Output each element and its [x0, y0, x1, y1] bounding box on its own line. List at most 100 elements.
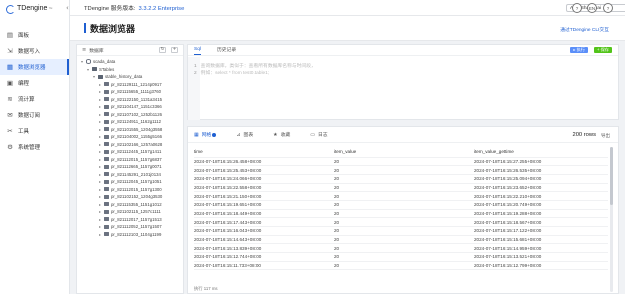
star-icon: ★: [273, 131, 278, 138]
tree-node-subtable[interactable]: ▸ pr_821104147_1151c3366: [77, 103, 183, 111]
sidebar-item-label: 面板: [18, 33, 30, 39]
sql-input[interactable]: 1 查询数据库，类似于：查看所有数据库名称与时间段， 2 例如：select * f…: [194, 63, 614, 77]
tree-node-stables[interactable]: ▾ STables: [77, 66, 183, 74]
table-row[interactable]: 2024-07-18T16:15:14.643+08:00 20 2024-07-1…: [194, 235, 608, 245]
tree-node-subtable[interactable]: ▸ pr_821107102_1252b1126: [77, 111, 183, 119]
column-header-time[interactable]: time: [194, 147, 334, 158]
tree-node-subtable[interactable]: ▸ pr_821124911_1162g1112: [77, 118, 183, 126]
database-tree-panel: ≡ 数据库 ↻ + ▾ scada_data ▾ STables ▾ stabl…: [76, 44, 184, 294]
table-cell: 2024-07-18T16:15:27.255+08:00: [474, 157, 608, 167]
editor-placeholder-2: 例如：select * from test0.table1;: [200, 71, 270, 76]
sidebar-item-system[interactable]: ⚙ 系统管理: [0, 139, 69, 155]
tree-node-subtable[interactable]: ▸ pr_821101555_1204g3558: [77, 126, 183, 134]
sidebar-item-data-in[interactable]: ⇲ 数据写入: [0, 43, 69, 59]
column-header-item-value[interactable]: item_value: [334, 147, 474, 158]
tree-node-subtable[interactable]: ▸ pr_821112445_1157g1411: [77, 148, 183, 156]
subtable-name: pr_821124911_1162g1112: [111, 119, 162, 125]
collapse-sidebar-icon[interactable]: ‹: [66, 4, 74, 12]
tree-node-subtable[interactable]: ▸ pr_821145291_2101j0134: [77, 171, 183, 179]
tree-node-subtable[interactable]: ▸ pr_821112052_1157g1507: [77, 223, 183, 231]
help-icon[interactable]: ?: [572, 3, 582, 13]
table-row[interactable]: 2024-07-18T16:15:17.443+08:00 20 2024-07-1…: [194, 217, 608, 227]
sidebar-item-tools[interactable]: ✂ 工具: [0, 123, 69, 139]
subtable-list: ▸ pr_821129111_1214p0917 ▸ pr_821115655_111…: [77, 81, 183, 239]
table-icon: [104, 127, 109, 132]
table-header-row: time item_value item_value_gettime: [194, 147, 608, 158]
tree-node-subtable[interactable]: ▸ pr_821112045_1157g1051: [77, 178, 183, 186]
tree-node-subtable[interactable]: ▸ pr_821122150_1131a3415: [77, 96, 183, 104]
tree-node-subtable[interactable]: ▸ pr_821112103_1104g1199: [77, 231, 183, 239]
sidebar-item-code[interactable]: ▣ 编程: [0, 75, 69, 91]
chart-icon: ⊿: [236, 131, 241, 138]
tab-history[interactable]: 历史记录: [217, 46, 236, 55]
add-icon[interactable]: +: [171, 47, 178, 53]
tree-node-subtable[interactable]: ▸ pr_821104002_1155g5166: [77, 133, 183, 141]
data-in-icon: ⇲: [7, 47, 13, 55]
tree-node-subtable[interactable]: ▸ pr_821112017_1157g1513: [77, 216, 183, 224]
table-row[interactable]: 2024-07-18T16:15:26.458+08:00 20 2024-07-1…: [194, 157, 608, 167]
tree-node-subtable[interactable]: ▸ pr_821112015_1157g1300: [77, 186, 183, 194]
table-cell: 20: [334, 157, 474, 167]
tree-node-stable[interactable]: ▾ stable_history_data: [77, 73, 183, 81]
table-cell: 2024-07-18T16:15:20.749+08:00: [474, 200, 608, 210]
sidebar-item-subscribe[interactable]: ✉ 数据订阅: [0, 107, 69, 123]
table-row[interactable]: 2024-07-18T16:15:19.651+08:00 20 2024-07-1…: [194, 200, 608, 210]
table-row[interactable]: 2024-07-18T16:15:22.558+08:00 20 2024-07-1…: [194, 183, 608, 193]
row-count: 200 rows: [572, 132, 596, 138]
table-body: 2024-07-18T16:15:26.458+08:00 20 2024-07-1…: [194, 157, 608, 271]
subtable-name: pr_821112103_1104g1199: [111, 231, 162, 237]
tab-chart-label: 图表: [243, 133, 254, 138]
table-icon: [104, 217, 109, 222]
table-cell: 2024-07-18T16:15:15.681+08:00: [474, 235, 608, 245]
tab-chart[interactable]: ⊿ 图表: [236, 131, 254, 139]
account-icon[interactable]: ?: [603, 3, 613, 13]
tree-node-subtable[interactable]: ▸ pr_821102152_1204g3530: [77, 193, 183, 201]
table-row[interactable]: 2024-07-18T16:15:21.150+08:00 20 2024-07-1…: [194, 191, 608, 201]
table-row[interactable]: 2024-07-18T16:15:24.066+08:00 20 2024-07-1…: [194, 174, 608, 184]
table-icon: [104, 232, 109, 237]
log-icon: ▭: [310, 131, 315, 138]
sidebar-item-dashboard[interactable]: ▤ 面板: [0, 27, 69, 43]
tab-sql[interactable]: Sql: [194, 47, 201, 55]
column-header-gettime[interactable]: item_value_gettime: [474, 147, 608, 158]
version-value[interactable]: 3.3.2.2 Enterprise: [139, 6, 185, 12]
save-button[interactable]: + 保存: [594, 47, 612, 53]
tree-node-subtable[interactable]: ▸ pr_821112015_1157g6837: [77, 156, 183, 164]
table-row[interactable]: 2024-07-18T16:15:18.449+08:00 20 2024-07-1…: [194, 209, 608, 219]
tree-node-subtable[interactable]: ▸ pr_821102166_1257a0628: [77, 141, 183, 149]
table-icon: [104, 179, 109, 184]
table-row[interactable]: 2024-07-18T16:15:16.043+08:00 20 2024-07-1…: [194, 226, 608, 236]
table-icon: [104, 104, 109, 109]
tab-log[interactable]: ▭ 日志: [310, 131, 327, 139]
export-button[interactable]: 导出: [601, 133, 610, 139]
table-row[interactable]: 2024-07-18T16:15:11.733+08:00 20 2024-07-1…: [194, 261, 608, 271]
tab-grid[interactable]: ▦ 网格: [194, 131, 217, 138]
execution-time: 执行 117 ms: [194, 286, 218, 291]
results-scrollbar[interactable]: [610, 147, 613, 292]
stables-label: STables: [99, 66, 115, 72]
tree-node-subtable[interactable]: ▸ pr_821102115_1257c1111: [77, 208, 183, 216]
refresh-icon[interactable]: ↻: [159, 47, 166, 53]
line-number: 1: [194, 64, 197, 69]
cli-link[interactable]: 通过TDengine CLI交互: [560, 26, 609, 33]
tree-node-database[interactable]: ▾ scada_data: [77, 58, 183, 66]
table-cell: 20: [334, 217, 474, 227]
table-cell: 2024-07-18T16:15:13.839+08:00: [194, 243, 334, 254]
table-row[interactable]: 2024-07-18T16:15:12.744+08:00 20 2024-07-1…: [194, 252, 608, 262]
sidebar-item-data-browser[interactable]: ▦ 数据浏览器: [0, 59, 69, 75]
scrollbar-thumb[interactable]: [610, 147, 613, 205]
table-cell: 2024-07-18T16:15:22.558+08:00: [194, 183, 334, 193]
tree-node-subtable[interactable]: ▸ pr_821115655_1111g3760: [77, 88, 183, 96]
stable-icon: [98, 74, 103, 79]
subtable-name: pr_821102152_1204g3530: [111, 194, 163, 200]
tree-node-subtable[interactable]: ▸ pr_821112665_1157g0071: [77, 163, 183, 171]
table-row[interactable]: 2024-07-18T16:15:25.453+08:00 20 2024-07-1…: [194, 165, 608, 175]
language-button[interactable]: EN: [587, 3, 597, 13]
tab-favorite[interactable]: ★ 收藏: [273, 131, 290, 139]
run-button[interactable]: ▸ 执行: [570, 47, 588, 53]
tree-node-subtable[interactable]: ▸ pr_821115355_1151g1012: [77, 201, 183, 209]
subtable-name: pr_821102115_1257c1111: [111, 209, 161, 215]
tree-node-subtable[interactable]: ▸ pr_821129111_1214p0917: [77, 81, 183, 89]
table-row[interactable]: 2024-07-18T16:15:13.839+08:00 20 2024-07-1…: [194, 243, 608, 254]
sidebar-item-stream[interactable]: ≋ 流计算: [0, 91, 69, 107]
